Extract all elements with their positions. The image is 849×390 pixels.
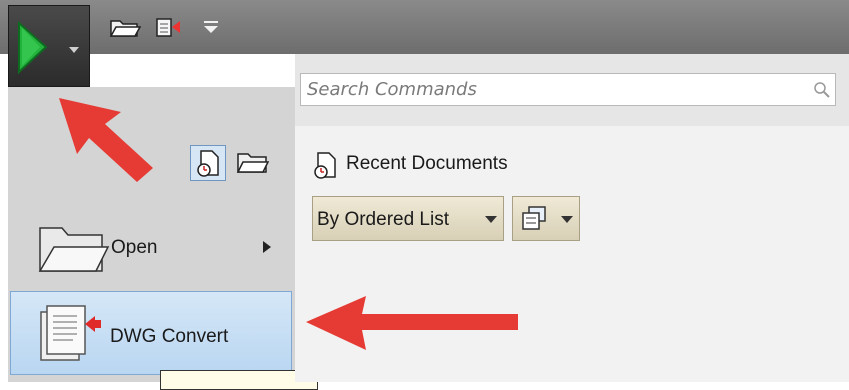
application-menu-button[interactable] (8, 5, 90, 87)
red-arrow-annotation-dwg-convert (306, 296, 518, 350)
sort-order-dropdown[interactable]: By Ordered List (312, 196, 504, 241)
search-input[interactable] (301, 74, 807, 105)
search-icon[interactable] (813, 81, 831, 99)
dwg-convert-large-icon (40, 305, 101, 361)
open-documents-icon (236, 153, 270, 173)
open-folder-icon (109, 20, 142, 37)
view-icons-icon (522, 206, 546, 230)
quick-dwg-convert-button[interactable] (152, 14, 188, 40)
menu-item-dwg-convert-label: DWG Convert (110, 326, 229, 347)
dwg-convert-icon (156, 18, 180, 37)
recent-documents-icon (197, 150, 219, 177)
recent-documents-toggle[interactable] (190, 145, 226, 181)
sort-order-dropdown-label: By Ordered List (317, 209, 449, 230)
view-options-dropdown[interactable] (512, 196, 580, 241)
customize-toolbar-dropdown[interactable] (198, 14, 224, 40)
recent-documents-title: Recent Documents (346, 153, 508, 174)
menu-item-open[interactable]: Open (10, 210, 292, 284)
search-commands-box (300, 73, 836, 106)
submenu-arrow-icon (263, 241, 271, 253)
chevron-down-icon (485, 216, 497, 223)
chevron-down-icon (561, 216, 573, 223)
folder-icon (38, 227, 110, 272)
open-documents-toggle[interactable] (232, 145, 272, 181)
red-arrow-annotation-app-button (59, 98, 153, 182)
green-play-icon (18, 20, 79, 75)
chevron-down-icon (69, 47, 79, 53)
customize-dropdown-icon (204, 21, 218, 33)
quick-open-button[interactable] (107, 14, 143, 40)
menu-item-open-label: Open (111, 237, 158, 258)
menu-item-dwg-convert[interactable]: DWG Convert (10, 291, 292, 375)
recent-documents-heading-icon (314, 152, 336, 179)
